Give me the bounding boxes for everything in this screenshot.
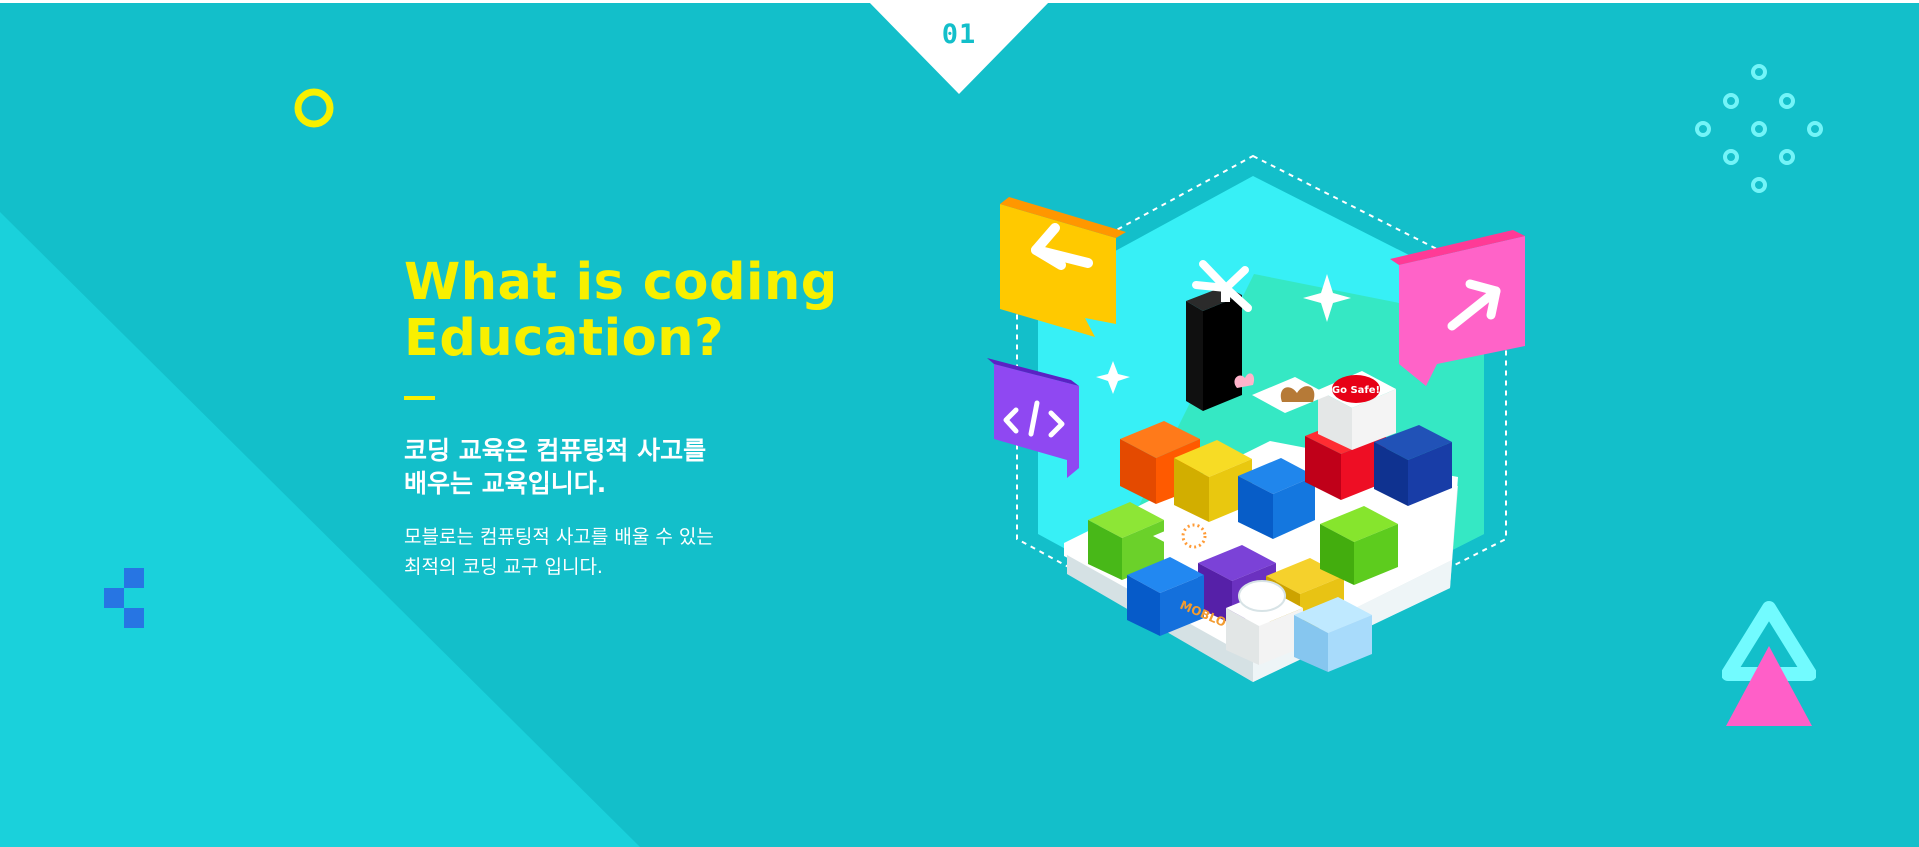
title-line-2: Education? (404, 309, 725, 368)
triangle-shapes-icon (1722, 601, 1816, 726)
description-line-2: 최적의 코딩 교구 입니다. (404, 556, 603, 578)
ring-shape (294, 88, 334, 128)
intro-copy: What is coding Education? 코딩 교육은 컴퓨팅적 사고… (404, 255, 874, 582)
dot-ring-2 (1723, 93, 1739, 109)
background-diagonal-shape (0, 0, 1919, 847)
dot-pattern-icon (1695, 64, 1823, 193)
coding-toy-illustration: Go Safe! MOBLO (987, 154, 1525, 682)
pixel-block-middle (104, 588, 124, 608)
dot-ring-8 (1779, 149, 1795, 165)
ring-icon (294, 88, 334, 128)
description-line-1: 모블로는 컴퓨팅적 사고를 배울 수 있는 (404, 526, 714, 548)
dot-ring-6 (1807, 121, 1823, 137)
section-number: 01 (941, 19, 977, 50)
intro-description: 모블로는 컴퓨팅적 사고를 배울 수 있는 최적의 코딩 교구 입니다. (404, 522, 874, 582)
go-safe-sticker-text: Go Safe! (1332, 385, 1380, 396)
tower-block-right (1203, 295, 1242, 411)
pixel-blocks-icon (104, 568, 144, 628)
subtitle-line-2: 배우는 교육입니다. (404, 469, 607, 498)
dot-ring-1 (1751, 64, 1767, 80)
subtitle-line-1: 코딩 교육은 컴퓨팅적 사고를 (404, 436, 707, 465)
pixel-block-top (124, 568, 144, 588)
tower-block-left (1186, 301, 1203, 411)
windmill-hub (1221, 284, 1230, 302)
dot-ring-3 (1779, 93, 1795, 109)
title-line-1: What is coding (404, 253, 838, 312)
title-accent-bar (404, 396, 435, 400)
sheep-figure (1238, 580, 1286, 612)
intro-subtitle: 코딩 교육은 컴퓨팅적 사고를 배우는 교육입니다. (404, 434, 874, 500)
coding-education-section: 01 What is coding Education? 코딩 교육은 컴퓨팅적… (0, 0, 1919, 847)
page-title: What is coding Education? (404, 255, 874, 367)
dot-ring-4 (1695, 121, 1711, 137)
pixel-block-bottom (124, 608, 144, 628)
dot-ring-7 (1723, 149, 1739, 165)
dot-ring-5 (1751, 121, 1767, 137)
dot-ring-9 (1751, 177, 1767, 193)
